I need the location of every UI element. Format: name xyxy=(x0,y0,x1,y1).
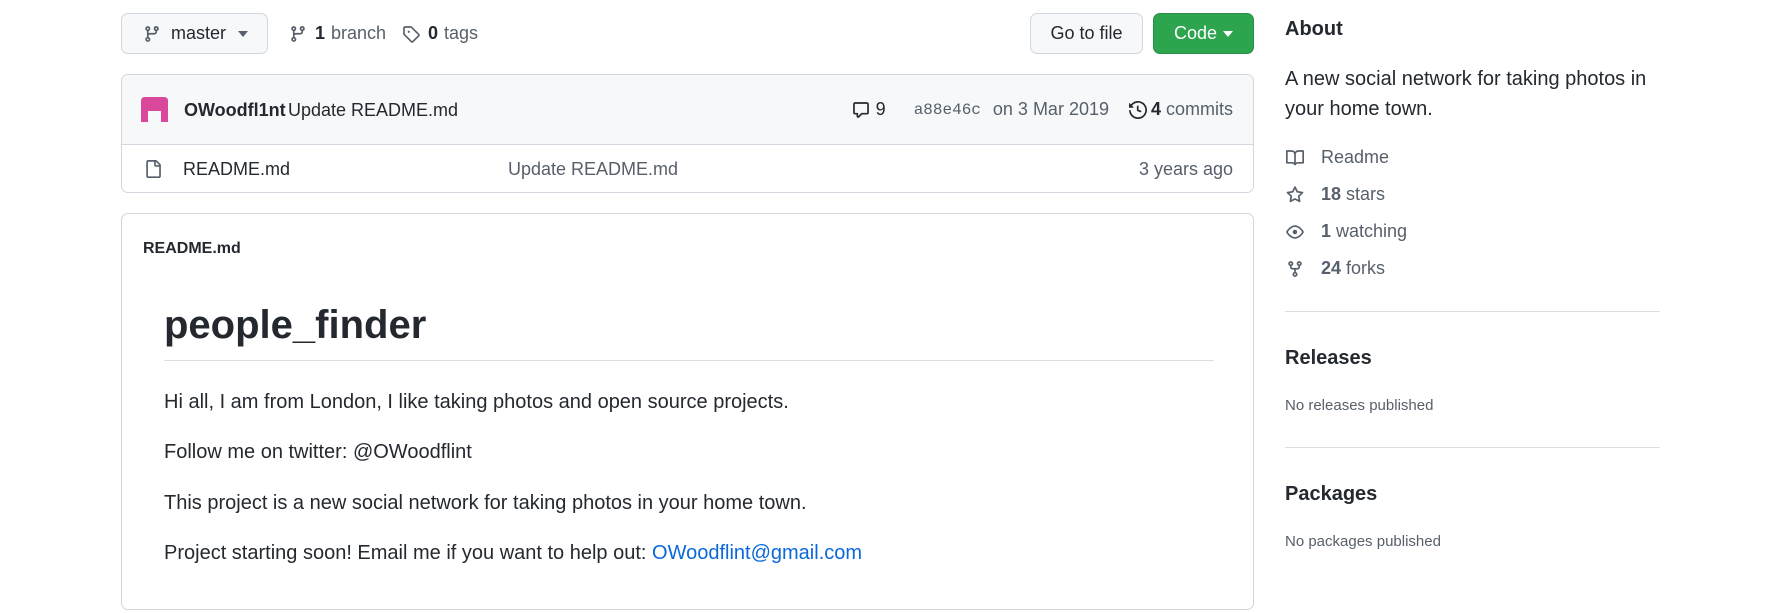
about-heading: About xyxy=(1285,18,1343,40)
branch-name: master xyxy=(171,23,227,43)
watching-label: watching xyxy=(1336,221,1408,241)
go-to-file-button[interactable]: Go to file xyxy=(1030,13,1143,54)
readme-heading: people_finder xyxy=(164,302,1214,361)
email-link[interactable]: OWoodflint@gmail.com xyxy=(652,542,862,564)
branches-link[interactable]: 1 branch xyxy=(289,13,386,54)
stars-label: stars xyxy=(1346,184,1386,204)
releases-heading-link[interactable]: Releases xyxy=(1285,347,1372,370)
readme-paragraph: Follow me on twitter: @OWoodflint xyxy=(164,441,472,463)
commit-date: on 3 Mar 2019 xyxy=(992,99,1109,119)
packages-heading-link[interactable]: Packages xyxy=(1285,483,1377,506)
readme-paragraph: This project is a new social network for… xyxy=(164,492,807,514)
tag-count: 0 xyxy=(428,23,439,43)
file-name-link[interactable]: README.md xyxy=(183,159,290,180)
commits-label: commits xyxy=(1166,99,1233,119)
branch-count: 1 xyxy=(315,23,326,43)
eye-icon xyxy=(1285,223,1307,241)
history-icon xyxy=(1128,100,1147,119)
commits-history-link[interactable]: 4 commits xyxy=(1128,99,1233,120)
avatar[interactable] xyxy=(141,97,168,122)
watching-text: 1 watching xyxy=(1321,221,1407,242)
file-commit-message-link[interactable]: Update README.md xyxy=(508,159,678,180)
commit-comments-link[interactable]: 9 xyxy=(852,99,886,120)
file-icon xyxy=(144,159,162,179)
chevron-down-icon xyxy=(1223,30,1234,37)
star-icon xyxy=(1285,185,1307,204)
tag-icon xyxy=(402,25,420,43)
tags-link[interactable]: 0 tags xyxy=(402,13,478,54)
forks-link[interactable]: 24 forks xyxy=(1285,258,1385,279)
file-age: 3 years ago xyxy=(1138,159,1233,179)
forks-count: 24 xyxy=(1321,258,1342,278)
branch-label: branch xyxy=(331,23,387,43)
commit-author-link[interactable]: OWoodfl1nt xyxy=(184,100,286,121)
stars-link[interactable]: 18 stars xyxy=(1285,184,1385,205)
commits-count: 4 xyxy=(1150,99,1161,119)
divider xyxy=(1285,447,1660,448)
readme-email-prefix: Project starting soon! Email me if you w… xyxy=(164,542,653,564)
comment-count: 9 xyxy=(875,99,886,119)
packages-empty-note: No packages published xyxy=(1285,533,1441,550)
fork-icon xyxy=(1285,260,1307,278)
readme-link-label: Readme xyxy=(1321,147,1390,167)
code-button-label: Code xyxy=(1173,23,1218,43)
commit-sha-link[interactable]: a88e46c xyxy=(914,101,981,119)
repo-toolbar: master 1 branch 0 tags Go to file Code xyxy=(121,13,1254,54)
releases-empty-note: No releases published xyxy=(1285,397,1434,414)
readme-paragraph: Project starting soon! Email me if you w… xyxy=(164,542,862,565)
git-branch-icon xyxy=(289,25,307,43)
forks-text: 24 forks xyxy=(1321,258,1385,279)
divider xyxy=(1285,311,1660,312)
book-icon xyxy=(1285,149,1307,167)
file-browser: OWoodfl1nt Update README.md 9 a88e46c on… xyxy=(121,74,1254,193)
watchers-link[interactable]: 1 watching xyxy=(1285,221,1407,242)
readme-paragraph: Hi all, I am from London, I like taking … xyxy=(164,391,789,413)
readme-panel: README.md people_finder Hi all, I am fro… xyxy=(121,213,1254,610)
commit-meta: 9 a88e46c on 3 Mar 2019 4 commits xyxy=(852,99,1233,120)
git-branch-icon xyxy=(143,25,161,43)
commit-message-link[interactable]: Update README.md xyxy=(288,100,458,121)
latest-commit-bar: OWoodfl1nt Update README.md 9 a88e46c on… xyxy=(122,75,1253,145)
readme-filename-link[interactable]: README.md xyxy=(143,240,241,258)
forks-label: forks xyxy=(1346,258,1386,278)
stars-text: 18 stars xyxy=(1321,184,1385,205)
stars-count: 18 xyxy=(1321,184,1342,204)
tag-label: tags xyxy=(444,23,479,43)
table-row: README.md Update README.md 3 years ago xyxy=(122,145,1253,192)
chevron-down-icon xyxy=(238,30,249,37)
readme-link[interactable]: Readme xyxy=(1285,147,1389,168)
watching-count: 1 xyxy=(1321,221,1332,241)
branch-selector-button[interactable]: master xyxy=(121,13,268,54)
repo-description: A new social network for taking photos i… xyxy=(1285,68,1647,120)
comment-icon xyxy=(852,101,870,119)
code-button[interactable]: Code xyxy=(1153,13,1254,54)
